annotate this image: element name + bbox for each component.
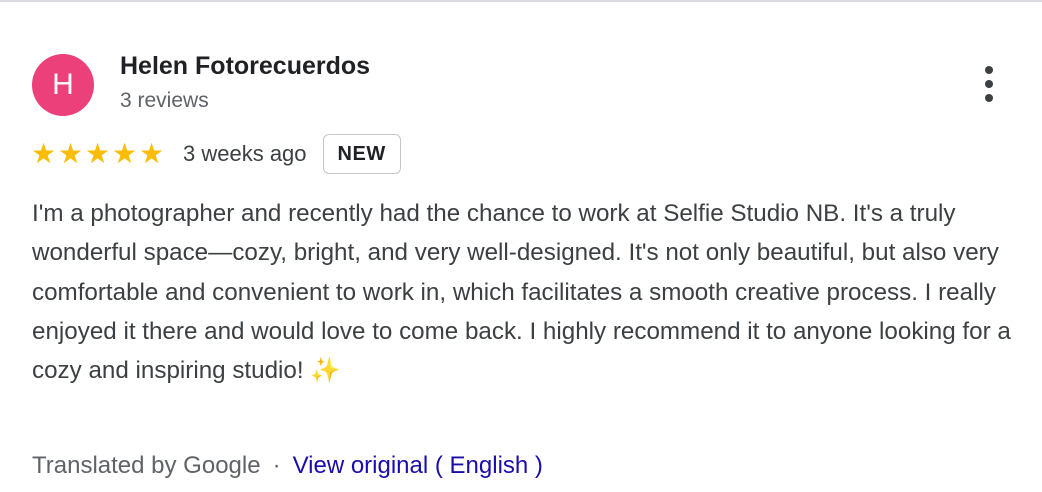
more-vert-icon bbox=[985, 66, 993, 74]
star-icon: ★ bbox=[138, 138, 165, 169]
review-text: I'm a photographer and recently had the … bbox=[32, 194, 1022, 390]
more-vert-icon-dot bbox=[985, 94, 993, 102]
author-name[interactable]: Helen Fotorecuerdos bbox=[120, 52, 370, 81]
translation-info: Translated by Google · View original ( Eng… bbox=[32, 452, 543, 480]
avatar[interactable]: H bbox=[32, 54, 94, 116]
star-icon: ★ bbox=[57, 138, 84, 169]
translated-by-label: Translated by Google bbox=[32, 452, 261, 479]
view-original-link[interactable]: View original ( English ) bbox=[293, 452, 543, 479]
author-review-count: 3 reviews bbox=[120, 89, 209, 112]
star-icon: ★ bbox=[30, 138, 57, 169]
review-date: 3 weeks ago bbox=[183, 141, 307, 166]
separator: · bbox=[272, 452, 281, 479]
star-rating: ★ ★ ★ ★ ★ bbox=[30, 140, 165, 168]
review-meta: ★ ★ ★ ★ ★ 3 weeks ago NEW bbox=[30, 133, 401, 175]
sparkles-icon: ✨ bbox=[310, 357, 341, 385]
more-vert-icon-dot bbox=[985, 80, 993, 88]
review-body: I'm a photographer and recently had the … bbox=[32, 200, 1011, 385]
new-badge: NEW bbox=[322, 134, 401, 174]
star-icon: ★ bbox=[84, 138, 111, 169]
more-options-button[interactable] bbox=[972, 62, 1006, 106]
star-icon: ★ bbox=[111, 138, 138, 169]
review-card: H Helen Fotorecuerdos 3 reviews ★ ★ ★ ★ ★ 3 … bbox=[0, 0, 1042, 492]
